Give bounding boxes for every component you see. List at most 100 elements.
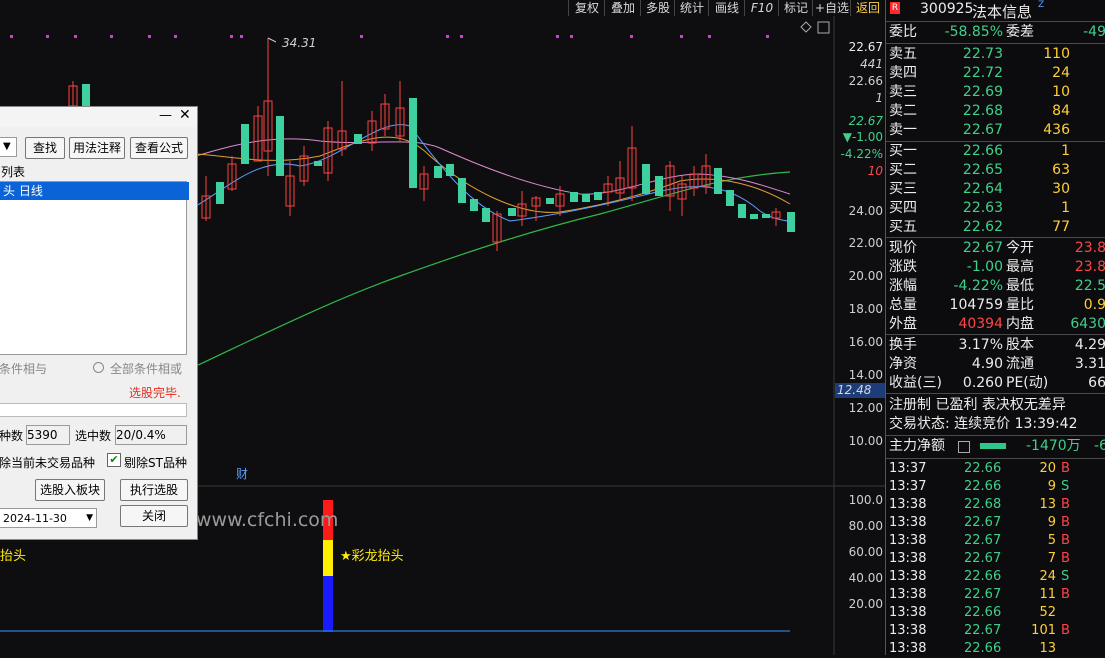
ask-price: 22.68 bbox=[962, 103, 1003, 119]
bid-label: 买二 bbox=[889, 162, 917, 178]
ask-row[interactable]: 卖一 22.67 436 bbox=[886, 121, 1105, 140]
ask-label: 卖四 bbox=[889, 65, 917, 81]
ask-label: 卖二 bbox=[889, 103, 917, 119]
toolbar-f10-button[interactable]: F10 bbox=[744, 0, 779, 16]
ask-row[interactable]: 卖二 22.68 84 bbox=[886, 102, 1105, 121]
axis-14: 14.00 bbox=[848, 368, 883, 382]
axis-last-price: 22.67 bbox=[848, 114, 883, 128]
axis-label-2: 22.66 bbox=[848, 74, 883, 88]
status-text: 选股完毕. bbox=[129, 386, 181, 400]
tick-row: 13:38 22.66 24 S bbox=[886, 568, 1105, 586]
toolbar-add-watchlist-button[interactable]: +自选 bbox=[812, 0, 851, 16]
toolbar-mark-button[interactable]: 标记 bbox=[778, 0, 813, 16]
toolbar-back-button[interactable]: 返回 bbox=[850, 0, 885, 16]
weibi-label: 委比 bbox=[889, 24, 917, 40]
progress-bar bbox=[0, 403, 187, 417]
tick-row: 13:38 22.67 5 B bbox=[886, 532, 1105, 550]
tick-time: 13:38 bbox=[889, 551, 927, 566]
tick-time: 13:37 bbox=[889, 479, 927, 494]
signal-label: ★彩龙抬头 bbox=[340, 549, 404, 564]
usage-notes-button[interactable]: 用法注释 bbox=[69, 137, 125, 159]
stat2-label-2: 流通 bbox=[1006, 356, 1034, 372]
stat2-value: 0.260 bbox=[962, 375, 1003, 391]
left-signal-label: 抬头 bbox=[0, 549, 27, 564]
flow-bar bbox=[980, 443, 1006, 449]
quote-panel: R 300925 法本信息 Z 委比 -58.85% 委差 -49 卖五 22.… bbox=[885, 0, 1105, 658]
ask-row[interactable]: 卖三 22.69 10 bbox=[886, 83, 1105, 102]
cond-or-radio[interactable]: 全部条件相或 bbox=[93, 360, 182, 377]
badge-r: R bbox=[890, 2, 900, 14]
ask-row[interactable]: 卖四 22.72 24 bbox=[886, 64, 1105, 83]
toolbar-multi-stock-button[interactable]: 多股 bbox=[640, 0, 675, 16]
axis-22: 22.00 bbox=[848, 236, 883, 250]
close-icon[interactable]: ✕ bbox=[179, 107, 191, 123]
view-formula-button[interactable]: 查看公式 bbox=[130, 137, 188, 159]
condition-list[interactable]: 头 日线 bbox=[0, 181, 189, 355]
bid-label: 买四 bbox=[889, 200, 917, 216]
signal-bar-yellow bbox=[323, 540, 333, 576]
tick-price: 22.68 bbox=[964, 497, 1002, 512]
bid-row[interactable]: 买一 22.66 1 bbox=[886, 142, 1105, 161]
bid-row[interactable]: 买二 22.65 63 bbox=[886, 161, 1105, 180]
list-icon[interactable] bbox=[958, 441, 970, 453]
axis-top-price: 22.67 bbox=[848, 40, 883, 54]
tick-row: 13:38 22.66 52 bbox=[886, 604, 1105, 622]
stat-label: 涨幅 bbox=[889, 278, 917, 294]
stat-value: 22.67 bbox=[962, 240, 1003, 256]
axis-10: 10.00 bbox=[848, 434, 883, 448]
ind-axis-20: 20.00 bbox=[848, 597, 883, 611]
formula-select[interactable]: ▼ bbox=[0, 137, 17, 157]
toolbar-draw-button[interactable]: 画线 bbox=[708, 0, 745, 16]
watermark: www.cfchi.com bbox=[196, 509, 339, 531]
main-flow-value: -1470万 bbox=[1026, 438, 1081, 454]
exclude-st-label[interactable]: 剔除ST品种 bbox=[124, 454, 187, 471]
tick-row: 13:38 22.67 9 B bbox=[886, 514, 1105, 532]
bid-label: 买一 bbox=[889, 143, 917, 159]
tick-row: 13:38 22.68 13 B bbox=[886, 496, 1105, 514]
bid-row[interactable]: 买三 22.64 30 bbox=[886, 180, 1105, 199]
stat-label: 涨跌 bbox=[889, 259, 917, 275]
total-label: 种数 bbox=[0, 429, 24, 443]
toolbar-fuquan-button[interactable]: 复权 bbox=[568, 0, 605, 16]
cond-and-radio[interactable]: 条件相与 bbox=[0, 360, 47, 377]
stat2-label: 收益(三) bbox=[889, 375, 942, 391]
tick-price: 22.66 bbox=[964, 569, 1002, 584]
stat-value: -1.00 bbox=[966, 259, 1003, 275]
exclude-untraded-label[interactable]: 除当前未交易品种 bbox=[0, 454, 95, 471]
axis-12: 12.00 bbox=[848, 401, 883, 415]
toolbar-overlay-button[interactable]: 叠加 bbox=[604, 0, 641, 16]
add-to-block-button[interactable]: 选股入板块 bbox=[35, 479, 105, 501]
bid-row[interactable]: 买五 22.62 77 bbox=[886, 218, 1105, 237]
tick-time: 13:38 bbox=[889, 533, 927, 548]
stat-row: 涨幅 -4.22% 最低 22.5 bbox=[886, 277, 1105, 296]
tags-row: 注册制 已盈利 表决权无差异 bbox=[886, 396, 1105, 415]
axis-change: ▼-1.00 bbox=[842, 130, 883, 144]
current-price-tag: 12.48 bbox=[835, 383, 885, 398]
ask-row[interactable]: 卖五 22.73 110 bbox=[886, 45, 1105, 64]
ask-price: 22.67 bbox=[962, 122, 1003, 138]
tick-row: 13:37 22.66 20 B bbox=[886, 460, 1105, 478]
date-picker[interactable]: 2024-11-30 ▼ bbox=[0, 508, 97, 528]
finance-marker[interactable]: 财 bbox=[236, 465, 248, 482]
find-button[interactable]: 查找 bbox=[25, 137, 65, 159]
tick-volume: 11 bbox=[1039, 587, 1056, 602]
run-screen-button[interactable]: 执行选股 bbox=[120, 479, 188, 501]
minimize-icon[interactable]: — bbox=[159, 108, 172, 123]
axis-24: 24.00 bbox=[848, 204, 883, 218]
bid-price: 22.64 bbox=[962, 181, 1003, 197]
bid-row[interactable]: 买四 22.63 1 bbox=[886, 199, 1105, 218]
ask-volume: 10 bbox=[1052, 84, 1070, 100]
toolbar-stats-button[interactable]: 统计 bbox=[674, 0, 709, 16]
signal-bar-blue bbox=[323, 576, 333, 632]
ind-axis-60: 60.00 bbox=[848, 545, 883, 559]
window-box-icon bbox=[817, 21, 830, 34]
exclude-st-checkbox[interactable]: ✔ bbox=[107, 453, 121, 467]
close-button[interactable]: 关闭 bbox=[120, 505, 188, 527]
condition-list-item[interactable]: 头 日线 bbox=[0, 182, 189, 200]
tick-price: 22.66 bbox=[964, 641, 1002, 656]
chart-toolbar: 复权 叠加 多股 统计 画线 F10 标记 +自选 返回 bbox=[0, 0, 885, 16]
stat-row: 总量 104759 量比 0.9 bbox=[886, 296, 1105, 315]
stat-value: 104759 bbox=[949, 297, 1003, 313]
trade-status-row: 交易状态: 连续竞价 13:39:42 bbox=[886, 415, 1105, 434]
tick-row: 13:38 22.66 13 bbox=[886, 640, 1105, 658]
